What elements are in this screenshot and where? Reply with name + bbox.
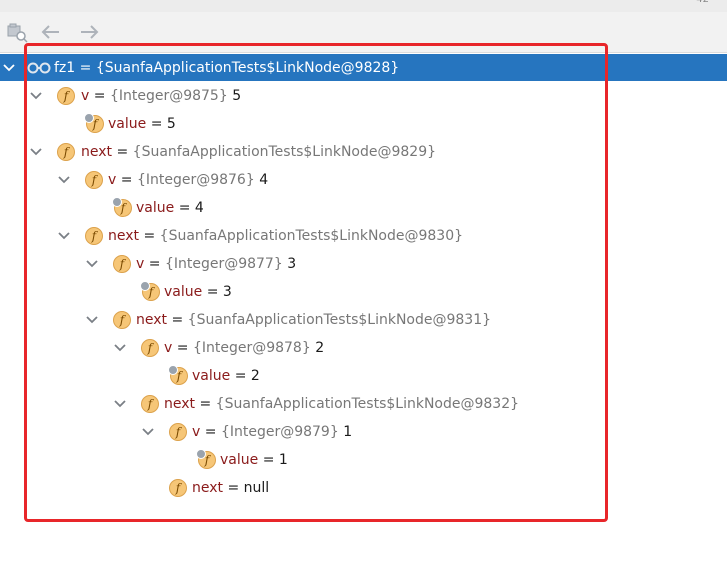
tree-row-v[interactable]: f v = {Integer@9879} 1 [0,418,727,445]
tree-row-v[interactable]: f v = {Integer@9876} 4 [0,166,727,193]
chevron-down-icon[interactable] [57,229,71,243]
corner-label: 42 [696,0,709,5]
tree-row-text: value = 2 [192,367,260,384]
forward-arrow-icon[interactable] [78,21,100,43]
tree-row-next[interactable]: f next = null [0,474,727,501]
field-icon: f [169,479,187,497]
window-top-strip: 42 [0,0,727,12]
tree-row-text: next = {SuanfaApplicationTests$LinkNode@… [164,395,520,412]
tree-row-text: value = 4 [136,199,204,216]
tree-row-text: value = 5 [108,115,176,132]
tree-row-v[interactable]: f v = {Integer@9875} 5 [0,82,727,109]
primitive-field-icon: f [168,365,188,385]
chevron-down-icon[interactable] [29,89,43,103]
chevron-down-icon[interactable] [141,425,155,439]
field-icon: f [57,143,75,161]
tree-row-v[interactable]: f v = {Integer@9877} 3 [0,250,727,277]
chevron-down-icon[interactable] [85,257,99,271]
field-icon: f [113,311,131,329]
tree-row-value[interactable]: f value = 1 [0,446,727,473]
primitive-field-icon: f [140,281,160,301]
tree-row-text: v = {Integer@9876} 4 [108,171,269,188]
chevron-down-icon[interactable] [2,61,16,75]
field-icon: f [141,395,159,413]
tree-row-text: value = 3 [164,283,232,300]
tree-row-fz1[interactable]: fz1 = {SuanfaApplicationTests$LinkNode@9… [0,54,727,81]
watch-glasses-icon [27,62,51,74]
tree-row-next[interactable]: f next = {SuanfaApplicationTests$LinkNod… [0,222,727,249]
chevron-down-icon[interactable] [113,397,127,411]
tree-row-text: v = {Integer@9875} 5 [81,87,242,104]
debugger-toolbar [0,12,727,53]
field-icon: f [57,87,75,105]
tree-row-value[interactable]: f value = 2 [0,362,727,389]
tree-row-text: fz1 = {SuanfaApplicationTests$LinkNode@9… [54,59,400,76]
tree-row-text: next = null [192,479,270,496]
tree-row-text: next = {SuanfaApplicationTests$LinkNode@… [136,311,492,328]
tree-row-next[interactable]: f next = {SuanfaApplicationTests$LinkNod… [0,306,727,333]
field-icon: f [113,255,131,273]
tree-row-text: v = {Integer@9878} 2 [164,339,325,356]
tree-row-v[interactable]: f v = {Integer@9878} 2 [0,334,727,361]
back-arrow-icon[interactable] [40,21,62,43]
tree-row-value[interactable]: f value = 5 [0,110,727,137]
field-icon: f [85,227,103,245]
restore-layout-icon[interactable] [6,21,28,43]
field-icon: f [85,171,103,189]
primitive-field-icon: f [112,197,132,217]
chevron-down-icon[interactable] [113,341,127,355]
tree-row-text: value = 1 [220,451,288,468]
tree-row-value[interactable]: f value = 4 [0,194,727,221]
tree-row-text: next = {SuanfaApplicationTests$LinkNode@… [108,227,464,244]
primitive-field-icon: f [196,449,216,469]
chevron-down-icon[interactable] [85,313,99,327]
tree-row-value[interactable]: f value = 3 [0,278,727,305]
tree-row-text: next = {SuanfaApplicationTests$LinkNode@… [81,143,437,160]
tree-row-text: v = {Integer@9877} 3 [136,255,297,272]
chevron-down-icon[interactable] [57,173,71,187]
tree-row-next[interactable]: f next = {SuanfaApplicationTests$LinkNod… [0,390,727,417]
primitive-field-icon: f [84,113,104,133]
field-icon: f [141,339,159,357]
tree-row-text: v = {Integer@9879} 1 [192,423,353,440]
tree-row-next[interactable]: f next = {SuanfaApplicationTests$LinkNod… [0,138,727,165]
field-icon: f [169,423,187,441]
chevron-down-icon[interactable] [29,145,43,159]
